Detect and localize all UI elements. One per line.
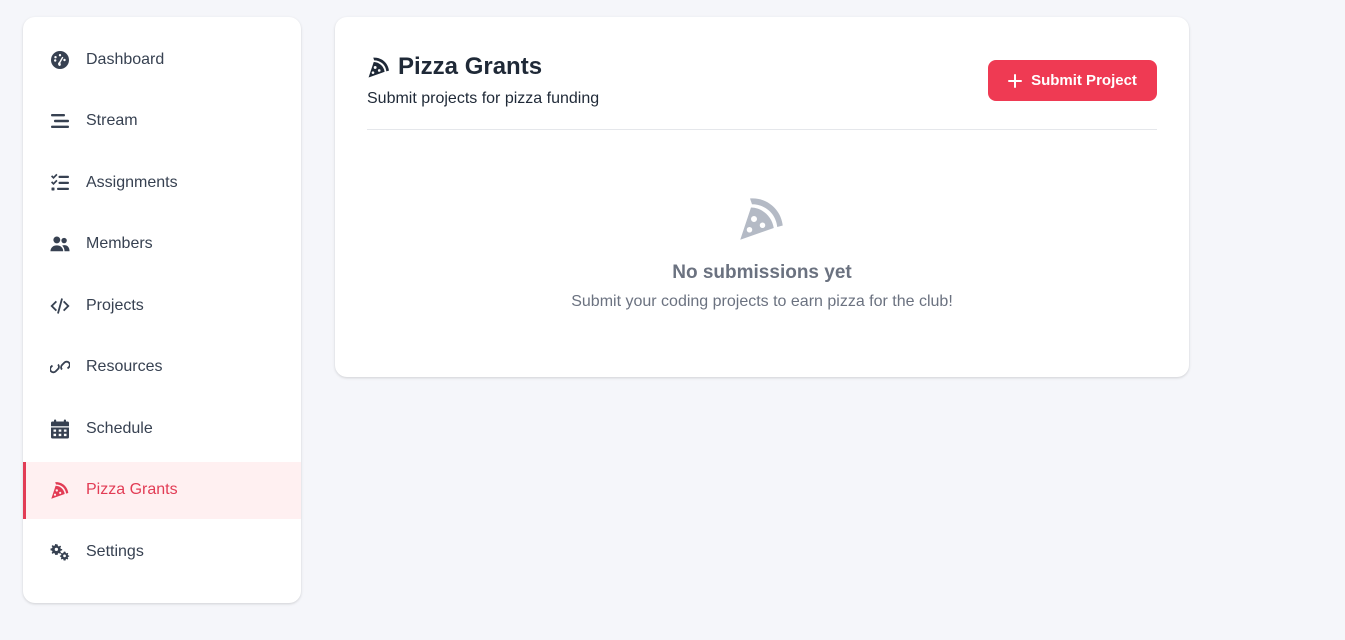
link-icon xyxy=(49,356,71,378)
members-icon xyxy=(49,233,71,255)
pizza-grants-card: Pizza Grants Submit projects for pizza f… xyxy=(335,17,1189,377)
sidebar-item-dashboard[interactable]: Dashboard xyxy=(23,31,301,88)
sidebar-item-schedule[interactable]: Schedule xyxy=(23,400,301,457)
sidebar-item-label: Stream xyxy=(86,112,138,129)
pizza-slice-icon xyxy=(737,193,787,248)
submit-project-button[interactable]: Submit Project xyxy=(988,60,1157,101)
code-icon xyxy=(49,295,71,317)
sidebar-item-label: Schedule xyxy=(86,419,153,437)
sidebar-item-resources[interactable]: Resources xyxy=(23,339,301,396)
sidebar-item-stream[interactable]: Stream xyxy=(23,93,301,150)
sidebar-item-settings[interactable]: Settings xyxy=(23,523,301,580)
sidebar-item-label: Pizza Grants xyxy=(86,481,178,498)
plus-icon xyxy=(1008,73,1023,88)
sidebar-item-label: Members xyxy=(86,235,153,252)
calendar-icon xyxy=(49,418,71,440)
sidebar-item-label: Dashboard xyxy=(86,50,165,68)
sidebar-item-projects[interactable]: Projects xyxy=(23,277,301,334)
sidebar-item-label: Assignments xyxy=(86,173,178,191)
dashboard-icon xyxy=(49,49,71,71)
empty-state-title: No submissions yet xyxy=(672,262,852,283)
card-header: Pizza Grants Submit projects for pizza f… xyxy=(367,53,1157,130)
sidebar-item-label: Settings xyxy=(86,542,144,560)
gears-icon xyxy=(49,541,71,563)
sidebar-item-label: Resources xyxy=(86,358,163,375)
sidebar-item-assignments[interactable]: Assignments xyxy=(23,154,301,211)
sidebar-item-label: Projects xyxy=(86,296,144,314)
page-title: Pizza Grants xyxy=(398,53,543,80)
sidebar-item-pizza-grants[interactable]: Pizza Grants xyxy=(23,461,301,519)
sidebar: Dashboard Stream Assignments Members Pro… xyxy=(23,17,301,603)
empty-state-text: Submit your coding projects to earn pizz… xyxy=(571,293,953,310)
submit-project-label: Submit Project xyxy=(1031,72,1137,89)
empty-state: No submissions yet Submit your coding pr… xyxy=(335,193,1189,311)
pizza-icon xyxy=(49,479,71,501)
sidebar-item-members[interactable]: Members xyxy=(23,216,301,273)
pizza-icon xyxy=(368,57,389,78)
assignments-icon xyxy=(49,172,71,194)
stream-icon xyxy=(49,110,71,132)
